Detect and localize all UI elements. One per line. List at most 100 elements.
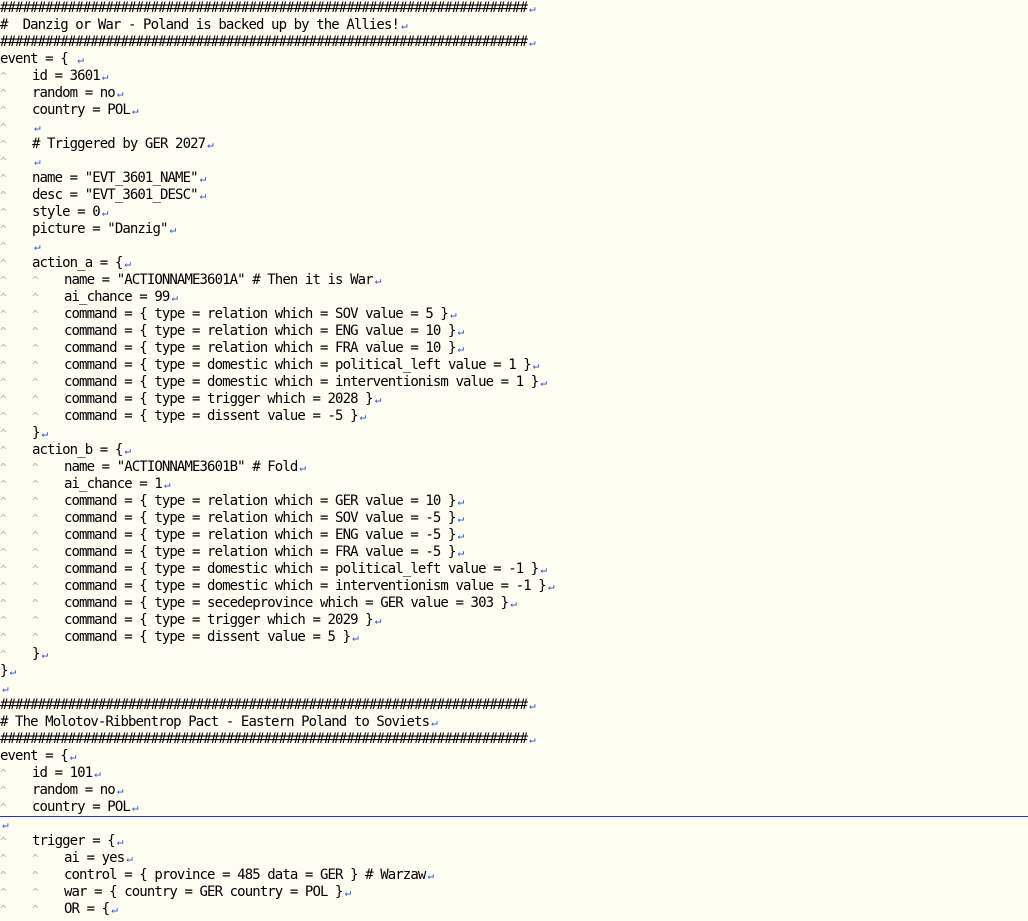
code-line[interactable]: ^ ^ command = { type = relation which = EN… bbox=[0, 527, 1028, 544]
text-editor[interactable]: ########################################… bbox=[0, 0, 1028, 921]
tab-mark: ^ bbox=[32, 308, 39, 321]
code-line[interactable]: ^ ^ command = { type = trigger which = 202… bbox=[0, 612, 1028, 629]
code-line[interactable]: ^ ^ name = "ACTIONNAME3601A" # Then it is … bbox=[0, 272, 1028, 289]
tab-mark: ^ bbox=[32, 393, 39, 406]
code-text: ai = yes bbox=[64, 850, 125, 866]
line-end-mark: ↵ bbox=[540, 563, 547, 576]
code-line[interactable]: ^ ^ command = { type = relation which = FR… bbox=[0, 544, 1028, 561]
line-end-mark: ↵ bbox=[299, 461, 307, 474]
tab-mark: ^ bbox=[32, 869, 39, 882]
code-line[interactable]: ^} ↵ bbox=[0, 646, 1028, 663]
code-text: command = { type = relation which = SOV … bbox=[64, 306, 449, 322]
code-line[interactable]: ^ id = 3601 ↵ bbox=[0, 68, 1028, 85]
code-line[interactable]: ########################################… bbox=[0, 697, 1028, 714]
code-line[interactable]: ^ picture = "Danzig" ↵ bbox=[0, 221, 1028, 238]
code-text: ########################################… bbox=[0, 34, 528, 50]
code-line[interactable]: ^ ^ command = { type = relation which = SO… bbox=[0, 306, 1028, 323]
code-line[interactable]: ^ ^ ai_chance = 1 ↵ bbox=[0, 476, 1028, 493]
tab-mark: ^ bbox=[0, 240, 7, 253]
code-line[interactable]: ########################################… bbox=[0, 34, 1028, 51]
tab-mark: ^ bbox=[0, 87, 7, 100]
tab-mark: ^ bbox=[0, 631, 7, 644]
line-end-mark: ↵ bbox=[457, 546, 465, 559]
line-end-mark: ↵ bbox=[131, 104, 139, 117]
line-end-mark: ↵ bbox=[529, 2, 536, 15]
code-line[interactable]: ^ random = no ↵ bbox=[0, 85, 1028, 102]
code-line[interactable]: ^ trigger = {↵ bbox=[0, 833, 1028, 850]
code-text: country = POL bbox=[32, 799, 131, 815]
tab-mark: ^ bbox=[32, 342, 39, 355]
code-line[interactable]: ^ action_a = {↵ bbox=[0, 255, 1028, 272]
code-line[interactable]: ########################################… bbox=[0, 0, 1028, 17]
code-line[interactable]: # The Molotov-Ribbentrop Pact - Eastern … bbox=[0, 714, 1028, 731]
code-line[interactable]: ^ ^ war = { country = GER country = POL } ↵ bbox=[0, 884, 1028, 901]
tab-mark: ^ bbox=[0, 495, 7, 508]
code-line[interactable]: # Danzig or War - Poland is backed up by… bbox=[0, 17, 1028, 34]
code-line[interactable]: ^ ^ command = { type = trigger which = 202… bbox=[0, 391, 1028, 408]
tab-mark: ^ bbox=[32, 359, 39, 372]
code-line[interactable]: ^ ^ command = { type = relation which = SO… bbox=[0, 510, 1028, 527]
code-text: ai_chance = 1 bbox=[64, 476, 163, 492]
code-line[interactable]: ^ ^ command = { type = domestic which = po… bbox=[0, 357, 1028, 374]
code-line[interactable]: ^ # Triggered by GER 2027 ↵ bbox=[0, 136, 1028, 153]
code-text: command = { type = relation which = FRA … bbox=[64, 340, 456, 356]
code-text: trigger = { bbox=[32, 833, 116, 849]
tab-mark: ^ bbox=[0, 393, 7, 406]
code-line[interactable]: ^ random = no ↵ bbox=[0, 782, 1028, 799]
code-line[interactable]: ^} ↵ bbox=[0, 425, 1028, 442]
code-line[interactable]: ^ ^ command = { type = relation which = FR… bbox=[0, 340, 1028, 357]
code-line[interactable]: ^ id = 101 ↵ bbox=[0, 765, 1028, 782]
code-line[interactable]: ^ ^ command = { type = secedeprovince whic… bbox=[0, 595, 1028, 612]
code-text: command = { type = relation which = ENG … bbox=[64, 527, 456, 543]
code-text: command = { type = secedeprovince which … bbox=[64, 595, 509, 611]
code-line[interactable]: ^ ^ ai = yes ↵ bbox=[0, 850, 1028, 867]
code-line[interactable]: ^ country = POL ↵ bbox=[0, 799, 1028, 816]
code-line[interactable]: ^ ^ command = { type = domestic which = po… bbox=[0, 561, 1028, 578]
code-line[interactable]: ^ ^ command = { type = domestic which = in… bbox=[0, 374, 1028, 391]
code-line[interactable]: ^ ^ command = { type = relation which = EN… bbox=[0, 323, 1028, 340]
code-text: command = { type = domestic which = poli… bbox=[64, 561, 539, 577]
tab-mark: ^ bbox=[0, 784, 7, 797]
code-line[interactable]: ^ ↵ bbox=[0, 119, 1028, 136]
code-line[interactable]: event = {↵ bbox=[0, 748, 1028, 765]
tab-mark: ^ bbox=[0, 257, 7, 270]
tab-mark: ^ bbox=[0, 427, 7, 440]
code-line[interactable]: ↵ bbox=[0, 816, 1028, 833]
code-line[interactable]: ########################################… bbox=[0, 731, 1028, 748]
code-line[interactable]: ^ ^ OR = {↵ bbox=[0, 901, 1028, 918]
line-end-mark: ↵ bbox=[34, 240, 41, 253]
code-text: desc = "EVT_3601_DESC" bbox=[32, 187, 199, 203]
code-line[interactable]: ^ desc = "EVT_3601_DESC" ↵ bbox=[0, 187, 1028, 204]
code-line[interactable]: ^ style = 0 ↵ bbox=[0, 204, 1028, 221]
code-text: command = { type = relation which = FRA … bbox=[64, 544, 456, 560]
line-end-mark: ↵ bbox=[163, 478, 171, 491]
line-end-mark: ↵ bbox=[2, 818, 9, 831]
tab-mark: ^ bbox=[0, 308, 7, 321]
code-line[interactable]: ^ ^ command = { type = domestic which = in… bbox=[0, 578, 1028, 595]
code-line[interactable]: ^ ^ ai_chance = 99 ↵ bbox=[0, 289, 1028, 306]
code-text: war = { country = GER country = POL } bbox=[64, 884, 343, 900]
tab-mark: ^ bbox=[32, 852, 39, 865]
code-line[interactable]: event = { ↵ bbox=[0, 51, 1028, 68]
tab-mark: ^ bbox=[0, 869, 7, 882]
code-line[interactable]: ^ ^ name = "ACTIONNAME3601B" # Fold ↵ bbox=[0, 459, 1028, 476]
code-line[interactable]: ^ ↵ bbox=[0, 238, 1028, 255]
tab-mark: ^ bbox=[32, 886, 39, 899]
code-line[interactable]: } ↵ bbox=[0, 663, 1028, 680]
code-line[interactable]: ↵ bbox=[0, 680, 1028, 697]
tab-mark: ^ bbox=[0, 801, 7, 814]
code-line[interactable]: ^ ^ command = { type = dissent value = -5 … bbox=[0, 408, 1028, 425]
code-line[interactable]: ^ ^ command = { type = dissent value = 5 }… bbox=[0, 629, 1028, 646]
code-line[interactable]: ^ country = POL ↵ bbox=[0, 102, 1028, 119]
code-line[interactable]: ^ action_b = {↵ bbox=[0, 442, 1028, 459]
code-line[interactable]: ^ ^ control = { province = 485 data = GER … bbox=[0, 867, 1028, 884]
line-end-mark: ↵ bbox=[457, 325, 465, 338]
line-end-mark: ↵ bbox=[169, 223, 177, 236]
code-text: event = { bbox=[0, 748, 69, 764]
code-line[interactable]: ^ ↵ bbox=[0, 153, 1028, 170]
code-text: command = { type = domestic which = inte… bbox=[64, 374, 539, 390]
code-line[interactable]: ^ name = "EVT_3601_NAME" ↵ bbox=[0, 170, 1028, 187]
line-end-mark: ↵ bbox=[427, 869, 435, 882]
code-line[interactable]: ^ ^ command = { type = relation which = GE… bbox=[0, 493, 1028, 510]
line-end-mark: ↵ bbox=[457, 495, 465, 508]
